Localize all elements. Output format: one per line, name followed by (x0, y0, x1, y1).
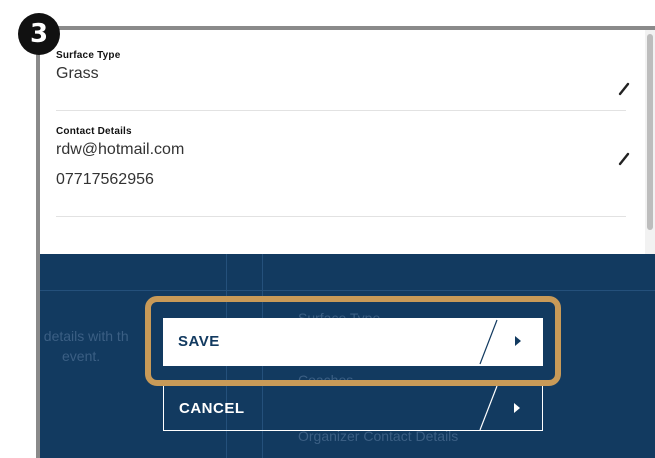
edit-surface-pencil-icon[interactable] (617, 82, 631, 96)
contact-details-field: Contact Details rdw@hotmail.com 07717562… (56, 126, 626, 189)
scrollbar[interactable] (645, 30, 655, 254)
surface-type-label: Surface Type (56, 50, 121, 61)
divider (56, 110, 626, 111)
highlight-callout (145, 296, 561, 386)
bg-divider (40, 290, 655, 291)
contact-email: rdw@hotmail.com (56, 141, 185, 158)
cancel-button[interactable]: CANCEL (163, 385, 543, 431)
scroll-thumb[interactable] (647, 34, 653, 230)
details-section: Surface Type Grass Contact Details rdw@h… (40, 30, 645, 254)
contact-phone: 07717562956 (56, 171, 154, 188)
surface-type-field: Surface Type Grass (56, 50, 626, 83)
caret-right-icon (479, 386, 520, 430)
step-badge: 3 (18, 13, 60, 55)
contact-details-label: Contact Details (56, 126, 132, 137)
edit-contact-pencil-icon[interactable] (617, 152, 631, 166)
bg-description-line2: event. (62, 348, 101, 364)
surface-type-value: Grass (56, 65, 99, 82)
divider (56, 216, 626, 217)
bg-description-line1: t details with th (40, 328, 129, 344)
